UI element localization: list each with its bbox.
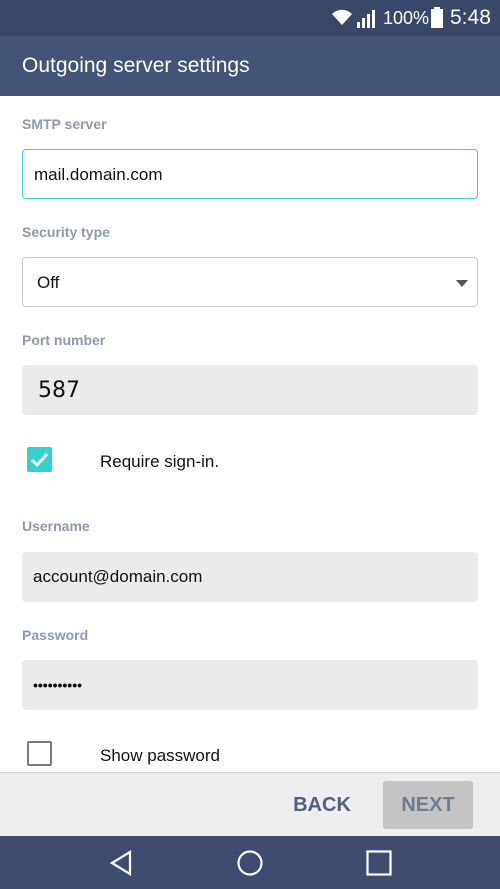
clock: 5:48 (450, 6, 491, 29)
password-input[interactable]: •••••••••• (22, 660, 478, 710)
next-button[interactable]: NEXT (383, 781, 473, 829)
security-type-value: Off (37, 273, 60, 292)
require-signin-label[interactable]: Require sign-in. (100, 452, 219, 472)
home-nav-icon[interactable] (235, 848, 265, 878)
battery-percent: 100% (383, 8, 430, 28)
navigation-bar (0, 836, 500, 889)
back-button[interactable]: BACK (282, 781, 362, 829)
smtp-server-label: SMTP server (22, 116, 107, 132)
security-type-select[interactable]: Off (22, 257, 478, 307)
require-signin-checkbox[interactable] (27, 447, 52, 472)
status-bar: 100% 5:48 (0, 0, 500, 36)
security-type-label: Security type (22, 224, 110, 240)
show-password-label[interactable]: Show password (100, 746, 220, 766)
battery-icon (431, 7, 443, 28)
dropdown-arrow-icon (456, 280, 468, 287)
smtp-server-value: mail.domain.com (34, 165, 163, 184)
signal-icon (357, 10, 375, 28)
port-number-input[interactable]: 587 (22, 365, 478, 415)
show-password-checkbox[interactable] (27, 741, 52, 766)
username-value: account@domain.com (33, 567, 203, 586)
action-bar: BACK NEXT (0, 772, 500, 836)
smtp-server-input[interactable]: mail.domain.com (22, 149, 478, 199)
page-title: Outgoing server settings (22, 54, 250, 77)
recents-nav-icon[interactable] (364, 848, 394, 878)
password-value: •••••••••• (33, 677, 83, 693)
port-number-value: 587 (38, 378, 80, 403)
back-nav-icon[interactable] (106, 848, 136, 878)
checkmark-icon (30, 452, 49, 468)
app-bar: Outgoing server settings (0, 36, 500, 96)
port-number-label: Port number (22, 332, 106, 348)
username-label: Username (22, 518, 90, 534)
username-input[interactable]: account@domain.com (22, 552, 478, 602)
password-label: Password (22, 627, 89, 643)
wifi-icon (332, 9, 352, 25)
